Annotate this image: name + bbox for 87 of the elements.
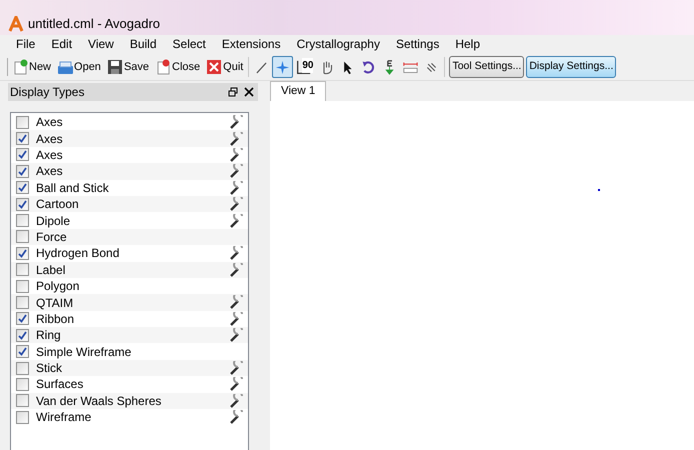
display-type-label: Ring [36, 327, 62, 344]
wrench-icon[interactable] [230, 394, 244, 408]
wrench-icon[interactable] [230, 361, 244, 376]
ruler-icon [403, 60, 418, 74]
display-type-label: Van der Waals Spheres [36, 392, 162, 410]
display-type-label: Dipole [36, 212, 72, 230]
checkbox[interactable] [16, 132, 29, 146]
display-type-label: Axes [36, 146, 64, 164]
app-logo-icon [8, 16, 24, 32]
checkbox[interactable] [16, 378, 29, 391]
display-type-label: Ball and Stick [36, 180, 110, 197]
menu-item[interactable]: Build [122, 36, 165, 53]
toolbar-button[interactable]: Open [54, 56, 104, 78]
display-type-label: Simple Wireframe [36, 344, 132, 361]
checkbox[interactable] [16, 280, 29, 293]
wrench-icon[interactable] [230, 312, 244, 326]
checkbox[interactable] [16, 164, 29, 178]
close-icon[interactable] [244, 87, 254, 97]
pencil-icon [254, 60, 270, 74]
toolbar-grip-icon [6, 57, 9, 77]
checkbox[interactable] [16, 345, 29, 358]
rotate-arrow-icon [361, 60, 376, 74]
wrench-icon[interactable] [230, 115, 244, 130]
checkbox[interactable] [16, 181, 29, 194]
display-type-label: Axes [36, 130, 64, 148]
checkbox[interactable] [16, 410, 29, 424]
checkbox[interactable] [16, 214, 29, 228]
checkbox[interactable] [16, 296, 29, 309]
display-type-label: Label [36, 262, 66, 279]
window-title: untitled.cml - Avogadro [28, 15, 160, 34]
display-type-label: Axes [36, 163, 64, 180]
wrench-icon[interactable] [230, 148, 244, 162]
close-icon [206, 59, 222, 75]
display-type-label: Hydrogen Bond [36, 245, 120, 262]
checkbox[interactable] [16, 198, 29, 211]
checkbox[interactable] [16, 230, 29, 244]
checkbox[interactable] [16, 362, 29, 375]
display-type-label: Cartoon [36, 196, 80, 214]
chart-axes-icon [296, 60, 312, 74]
checkbox[interactable] [16, 116, 29, 129]
display-type-label: Stick [36, 360, 64, 378]
wrench-icon[interactable] [230, 246, 244, 260]
menu-item[interactable]: Select [164, 36, 214, 53]
wrench-icon[interactable] [230, 164, 244, 178]
wrench-icon[interactable] [230, 328, 244, 342]
checkbox[interactable] [16, 312, 29, 326]
tool-button[interactable]: 90 [293, 56, 316, 78]
view-tab[interactable]: View 1 [270, 81, 326, 101]
menu-item[interactable]: Help [447, 36, 488, 53]
menu-item[interactable]: File [8, 36, 44, 53]
printer-icon [57, 59, 74, 75]
wrench-icon[interactable] [230, 262, 244, 277]
menu-item[interactable]: Edit [43, 36, 80, 53]
wrench-icon[interactable] [230, 295, 244, 310]
toolbar-button[interactable]: Save [104, 56, 152, 78]
dock-title: Display Types [10, 84, 84, 101]
menu-item[interactable]: Extensions [214, 36, 289, 53]
settings-button[interactable]: Tool Settings... [449, 56, 524, 78]
display-type-label: Ribbon [36, 310, 76, 328]
toolbar-button[interactable]: Quit [203, 56, 246, 78]
new-file-icon [12, 59, 28, 75]
display-type-label: Surfaces [36, 376, 84, 394]
display-type-label: QTAIM [36, 294, 74, 312]
menu-item[interactable]: Settings [388, 36, 448, 53]
display-type-label: Axes [36, 114, 64, 132]
wrench-icon[interactable] [230, 214, 244, 228]
menu-item[interactable]: View [80, 36, 122, 53]
wrench-icon[interactable] [230, 377, 244, 392]
wrench-icon[interactable] [230, 180, 244, 195]
toolbar-button[interactable]: New [9, 56, 54, 78]
checkbox[interactable] [16, 394, 29, 408]
checkbox[interactable] [16, 246, 29, 260]
menu-item[interactable]: Crystallography [288, 36, 388, 53]
float-window-icon[interactable] [228, 87, 238, 97]
settings-button[interactable]: Display Settings... [526, 56, 616, 78]
checkbox[interactable] [16, 148, 29, 162]
display-type-label: Polygon [36, 278, 80, 296]
display-type-label: Force [36, 228, 68, 246]
wrench-icon[interactable] [230, 132, 244, 146]
display-type-label: Wireframe [36, 409, 92, 426]
wrench-icon[interactable] [230, 197, 244, 212]
checkbox[interactable] [16, 263, 29, 276]
toolbar-button[interactable]: Close [152, 56, 204, 78]
wrench-icon[interactable] [230, 410, 244, 424]
four-point-star-icon [275, 60, 290, 74]
checkbox[interactable] [16, 328, 29, 342]
close-file-icon [155, 59, 172, 75]
